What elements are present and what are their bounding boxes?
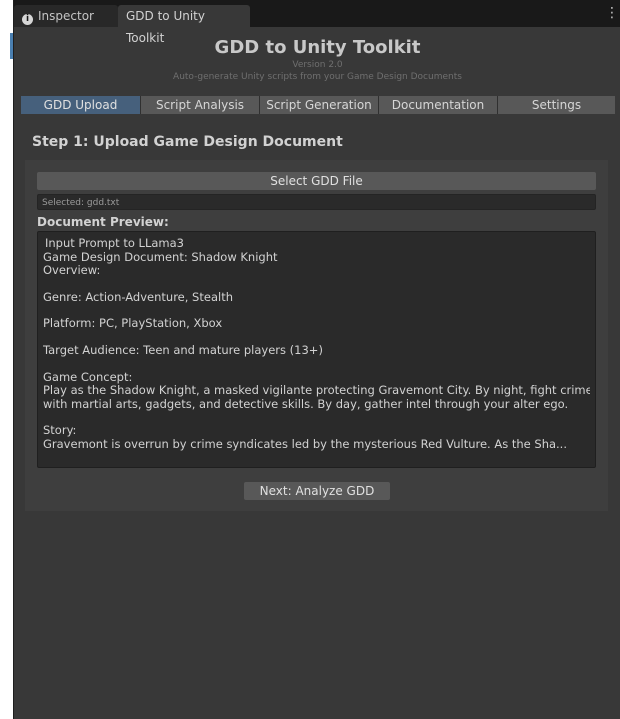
more-options-icon[interactable]: ⋮ xyxy=(605,6,619,20)
version-label: Version 2.0 xyxy=(292,60,343,70)
preview-line: Game Design Document: Shadow Knight xyxy=(43,250,278,264)
preview-blank-line xyxy=(43,331,590,344)
preview-blank-line xyxy=(43,411,590,424)
preview-blank-line xyxy=(43,278,590,291)
document-preview-area[interactable]: Input Prompt to LLama3 Game Design Docum… xyxy=(37,231,596,468)
tab-settings[interactable]: Settings xyxy=(498,96,615,114)
editor-window: i Inspector GDD to Unity Toolkit ⋮ GDD to… xyxy=(13,0,620,719)
info-icon: i xyxy=(22,14,33,25)
preview-line: Story: xyxy=(43,424,77,438)
tab-script-analysis[interactable]: Script Analysis xyxy=(141,96,260,114)
page-title: GDD to Unity Toolkit xyxy=(214,37,421,58)
section-toolbar: GDD Upload Script Analysis Script Genera… xyxy=(21,96,615,114)
preview-blank-line xyxy=(43,358,590,371)
tab-script-generation[interactable]: Script Generation xyxy=(260,96,379,114)
preview-line: Gravemont is overrun by crime syndicates… xyxy=(43,437,567,451)
tab-gdd-toolkit[interactable]: GDD to Unity Toolkit xyxy=(118,5,250,45)
preview-line: Overview: xyxy=(43,264,101,278)
preview-line: Target Audience: Teen and mature players… xyxy=(43,343,323,357)
preview-line: with martial arts, gadgets, and detectiv… xyxy=(43,397,569,411)
tab-gdd-upload[interactable]: GDD Upload xyxy=(21,96,141,114)
preview-line: Play as the Shadow Knight, a masked vigi… xyxy=(43,384,590,398)
next-analyze-gdd-button[interactable]: Next: Analyze GDD xyxy=(244,482,390,500)
preview-blank-line xyxy=(43,304,590,317)
tab-inspector[interactable]: i Inspector xyxy=(14,5,118,27)
preview-line: Input Prompt to LLama3 xyxy=(45,237,184,250)
upload-panel: Select GDD File Selected: gdd.txt Docume… xyxy=(25,160,608,511)
preview-line: Game Concept: xyxy=(43,370,133,384)
preview-line: Genre: Action-Adventure, Stealth xyxy=(43,290,233,304)
tab-inspector-label: Inspector xyxy=(38,9,94,23)
step-title: Step 1: Upload Game Design Document xyxy=(32,134,343,150)
tab-documentation[interactable]: Documentation xyxy=(379,96,498,114)
document-preview-label: Document Preview: xyxy=(37,215,169,229)
selected-file-field: Selected: gdd.txt xyxy=(37,194,596,210)
left-edge-strip xyxy=(0,0,13,719)
window-tab-bar: i Inspector GDD to Unity Toolkit ⋮ xyxy=(14,0,620,45)
toolkit-header: GDD to Unity Toolkit Version 2.0 Auto-ge… xyxy=(14,27,620,91)
preview-line: Platform: PC, PlayStation, Xbox xyxy=(43,317,223,331)
subtitle-label: Auto-generate Unity scripts from your Ga… xyxy=(173,72,462,82)
select-gdd-file-button[interactable]: Select GDD File xyxy=(37,172,596,190)
